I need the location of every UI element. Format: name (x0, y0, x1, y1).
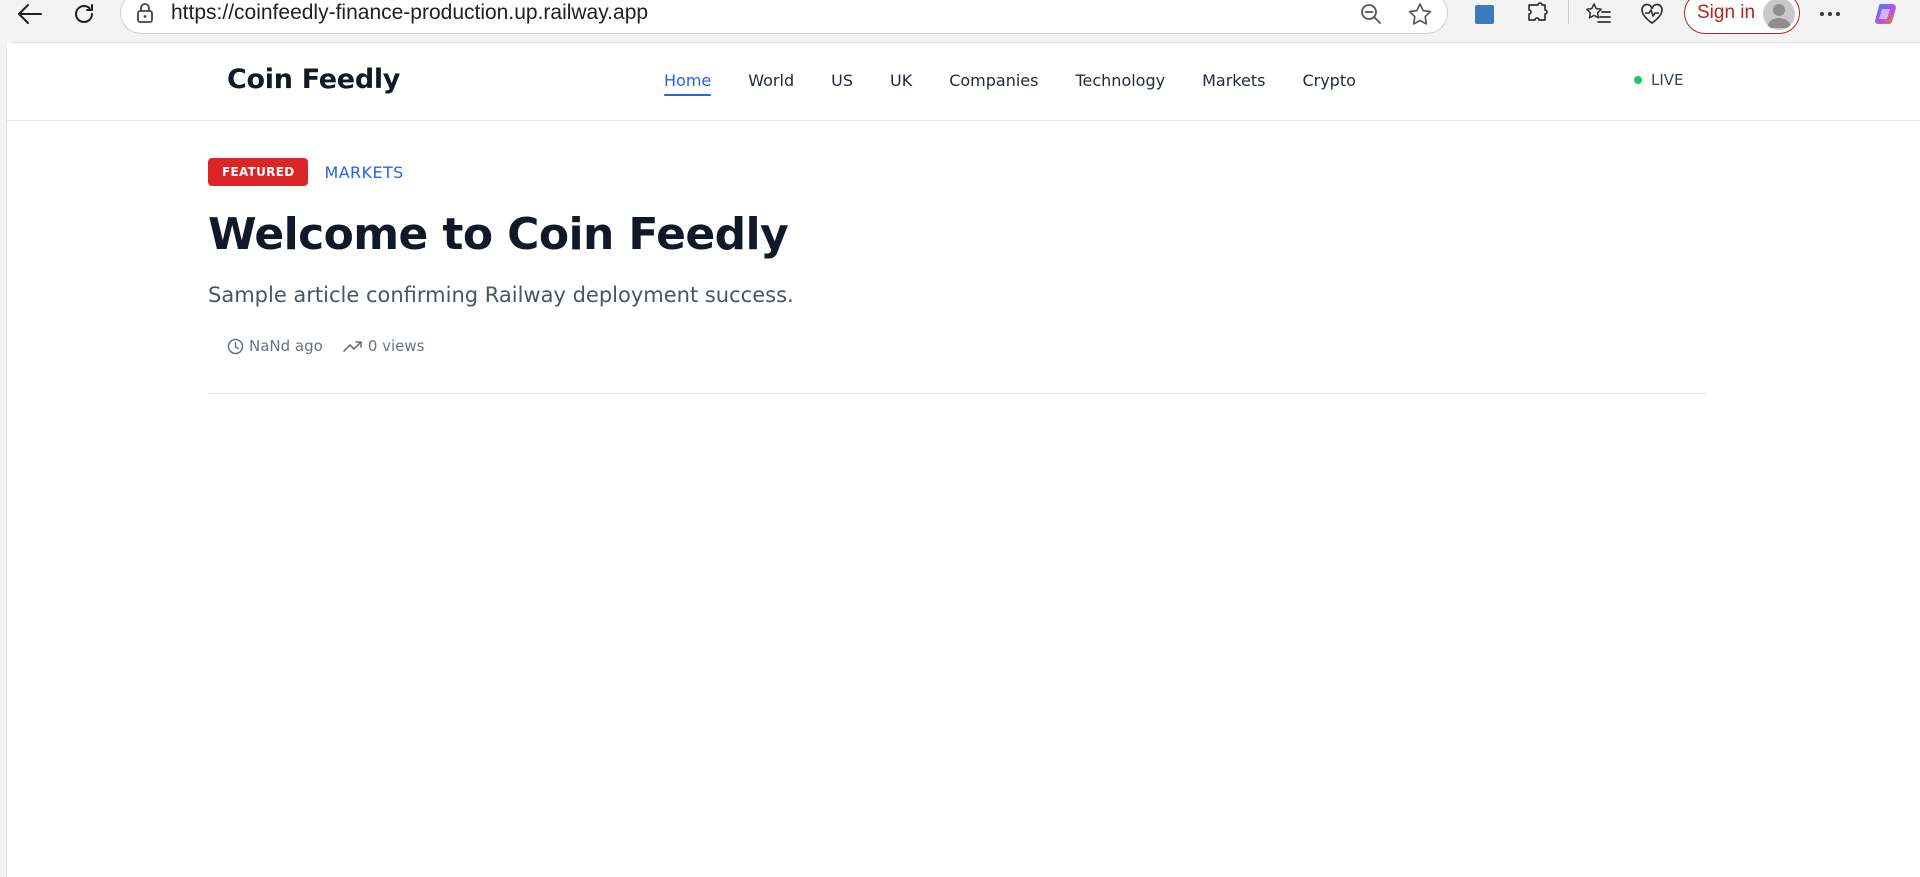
live-indicator: LIVE (1634, 71, 1684, 89)
nav-item-uk[interactable]: UK (890, 71, 912, 96)
main-nav: Home World US UK Companies Technology Ma… (664, 71, 1393, 96)
live-dot-icon (1634, 76, 1642, 84)
copilot-button[interactable] (1868, 0, 1904, 28)
zoom-out-icon[interactable] (1359, 2, 1383, 26)
sign-in-button[interactable]: Sign in (1684, 0, 1800, 34)
article-subtitle: Sample article confirming Railway deploy… (208, 283, 794, 307)
nav-item-crypto[interactable]: Crypto (1302, 71, 1355, 96)
extension-button[interactable] (1466, 0, 1502, 28)
featured-badge: FEATURED (208, 158, 309, 186)
trending-up-icon (343, 341, 362, 352)
toolbar-divider (1568, 0, 1569, 24)
live-label: LIVE (1651, 71, 1684, 89)
article-title[interactable]: Welcome to Coin Feedly (208, 209, 1707, 260)
back-button[interactable] (12, 0, 48, 28)
site-header: Coin Feedly Home World US UK Companies T… (7, 43, 1920, 121)
url-text[interactable]: https://coinfeedly-finance-production.up… (171, 1, 648, 25)
extensions-button[interactable] (1520, 0, 1556, 28)
extensions-puzzle-icon (1528, 2, 1548, 21)
browser-essentials-button[interactable] (1634, 0, 1670, 28)
address-bar[interactable]: https://coinfeedly-finance-production.up… (120, 0, 1448, 34)
page-viewport: Coin Feedly Home World US UK Companies T… (6, 42, 1920, 877)
favorites-list-icon (1586, 3, 1611, 23)
copilot-icon (1875, 4, 1896, 25)
article-meta: NaNd ago 0 views (227, 337, 1707, 355)
article-tags: FEATURED MARKETS (208, 158, 1707, 186)
refresh-icon (75, 4, 93, 23)
category-link[interactable]: MARKETS (324, 163, 403, 182)
nav-item-companies[interactable]: Companies (949, 71, 1038, 96)
view-count: 0 views (343, 337, 425, 355)
nav-item-us[interactable]: US (831, 71, 853, 96)
nav-item-home[interactable]: Home (664, 71, 712, 96)
nav-item-technology[interactable]: Technology (1075, 71, 1165, 96)
favorites-button[interactable] (1580, 0, 1616, 28)
article-divider (208, 393, 1707, 394)
browser-toolbar: https://coinfeedly-finance-production.up… (0, 0, 1920, 42)
timestamp: NaNd ago (227, 337, 323, 355)
site-info-icon[interactable] (135, 2, 155, 24)
favorite-star-icon[interactable] (1407, 2, 1433, 26)
nav-item-markets[interactable]: Markets (1202, 71, 1265, 96)
more-icon (1820, 12, 1840, 16)
nav-item-world[interactable]: World (748, 71, 794, 96)
sign-in-label: Sign in (1697, 2, 1756, 23)
more-button[interactable] (1812, 0, 1848, 28)
views-count: 0 views (367, 337, 425, 355)
profile-avatar-icon (1763, 0, 1795, 30)
extension-square-icon (1474, 4, 1494, 24)
clock-icon (227, 338, 244, 354)
refresh-button[interactable] (66, 0, 102, 28)
featured-article: FEATURED MARKETS Welcome to Coin Feedly … (208, 158, 1707, 394)
health-icon (1641, 3, 1663, 25)
back-icon (18, 4, 42, 24)
site-logo[interactable]: Coin Feedly (227, 64, 400, 95)
time-ago: NaNd ago (249, 337, 323, 355)
